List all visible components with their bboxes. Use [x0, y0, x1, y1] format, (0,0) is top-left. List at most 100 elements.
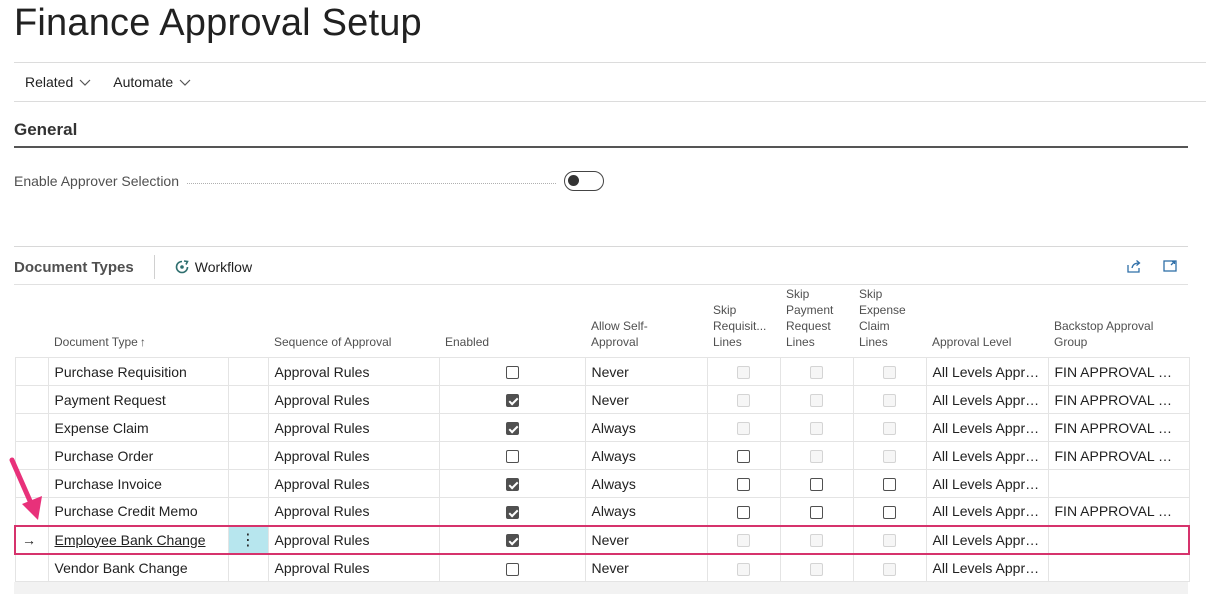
approval-level-cell[interactable]: All Levels Appro... [925, 497, 1049, 526]
checkbox-icon[interactable] [505, 450, 519, 464]
approval-level-cell[interactable]: All Levels Appro... [925, 524, 1049, 555]
document-type-cell[interactable]: Expense Claim [47, 413, 229, 442]
related-menu[interactable]: Related [14, 63, 102, 101]
table-row[interactable]: → Employee Bank Change ⋮ Approval Rules Neve… [14, 524, 1190, 555]
sequence-cell[interactable]: Approval Rules [267, 553, 440, 582]
backstop-group-cell[interactable]: FIN APPROVAL GR... [1047, 441, 1190, 470]
checkbox-icon[interactable] [505, 562, 519, 576]
backstop-group-cell[interactable] [1047, 524, 1190, 555]
sequence-cell[interactable]: Approval Rules [267, 413, 440, 442]
row-indicator[interactable] [14, 385, 49, 414]
checkbox-icon[interactable] [883, 478, 896, 492]
checkbox-icon[interactable] [883, 506, 896, 520]
document-type-cell[interactable]: Payment Request [47, 385, 229, 414]
skip-payment-request-lines-cell[interactable] [779, 469, 854, 498]
allow-self-approval-cell[interactable]: Always [584, 441, 708, 470]
row-indicator[interactable] [14, 553, 49, 582]
enabled-cell[interactable] [438, 441, 586, 470]
allow-self-approval-cell[interactable]: Never [584, 524, 708, 555]
approval-level-cell[interactable]: All Levels Appro... [925, 441, 1049, 470]
approval-level-cell[interactable]: All Levels Appro... [925, 553, 1049, 582]
document-type-cell[interactable]: Purchase Order [47, 441, 229, 470]
column-header-enabled[interactable]: Enabled [439, 286, 585, 358]
enabled-cell[interactable] [438, 357, 586, 386]
document-type-cell[interactable]: Employee Bank Change [47, 524, 229, 555]
enabled-cell[interactable] [438, 553, 586, 582]
automate-menu[interactable]: Automate [102, 63, 202, 101]
sequence-cell[interactable]: Approval Rules [267, 497, 440, 526]
table-row[interactable]: Purchase Invoice Approval Rules Always All … [14, 469, 1190, 498]
skip-payment-request-lines-cell[interactable] [779, 497, 854, 526]
backstop-group-cell[interactable]: FIN APPROVAL GR... [1047, 497, 1190, 526]
backstop-group-cell[interactable]: FIN APPROVAL GR... [1047, 385, 1190, 414]
column-header-skip-requisition-lines[interactable]: Skip Requisit... Lines [707, 286, 780, 358]
skip-requisition-lines-cell[interactable] [706, 469, 781, 498]
column-header-skip-expense-claim-lines[interactable]: Skip Expense Claim Lines [853, 286, 926, 358]
skip-requisition-lines-cell[interactable] [706, 441, 781, 470]
expand-icon[interactable] [1162, 258, 1178, 274]
table-row[interactable]: Expense Claim Approval Rules Always All Lev… [14, 413, 1190, 442]
row-indicator[interactable] [14, 357, 49, 386]
document-type-cell[interactable]: Purchase Requisition [47, 357, 229, 386]
column-header-backstop-group[interactable]: Backstop Approval Group [1048, 286, 1189, 358]
column-header-approval-level[interactable]: Approval Level [926, 286, 1048, 358]
checkbox-icon[interactable] [505, 478, 519, 492]
allow-self-approval-cell[interactable]: Never [584, 553, 708, 582]
approval-level-cell[interactable]: All Levels Appro... [925, 385, 1049, 414]
sequence-cell[interactable]: Approval Rules [267, 469, 440, 498]
sequence-cell[interactable]: Approval Rules [267, 441, 440, 470]
row-indicator[interactable] [14, 413, 49, 442]
row-indicator[interactable]: → [14, 524, 49, 555]
checkbox-icon[interactable] [505, 506, 519, 520]
table-row[interactable]: Purchase Requisition Approval Rules Never A… [14, 357, 1190, 386]
checkbox-icon[interactable] [505, 422, 519, 436]
share-icon[interactable] [1126, 258, 1142, 274]
checkbox-icon[interactable] [505, 394, 519, 408]
allow-self-approval-cell[interactable]: Always [584, 497, 708, 526]
table-row[interactable]: Purchase Order Approval Rules Always All Le… [14, 441, 1190, 470]
allow-self-approval-cell[interactable]: Never [584, 357, 708, 386]
skip-expense-claim-lines-cell[interactable] [852, 469, 927, 498]
document-type-value[interactable]: Employee Bank Change [55, 532, 206, 548]
document-type-cell[interactable]: Vendor Bank Change [47, 553, 229, 582]
general-section-title[interactable]: General [14, 120, 77, 140]
document-type-cell[interactable]: Purchase Credit Memo [47, 497, 229, 526]
approval-level-cell[interactable]: All Levels Appro... [925, 413, 1049, 442]
backstop-group-cell[interactable]: FIN APPROVAL GR... [1047, 357, 1190, 386]
checkbox-icon[interactable] [505, 366, 519, 380]
backstop-group-cell[interactable] [1047, 553, 1190, 582]
sequence-cell[interactable]: Approval Rules [267, 357, 440, 386]
column-header-skip-payment-request-lines[interactable]: Skip Payment Request Lines [780, 286, 853, 358]
allow-self-approval-cell[interactable]: Always [584, 469, 708, 498]
enabled-cell[interactable] [438, 497, 586, 526]
approval-level-cell[interactable]: All Levels Appro... [925, 357, 1049, 386]
allow-self-approval-cell[interactable]: Never [584, 385, 708, 414]
approval-level-cell[interactable]: All Levels Appro... [925, 469, 1049, 498]
column-header-document-type[interactable]: Document Type ↑ [48, 286, 228, 358]
enable-approver-selection-toggle[interactable] [564, 171, 604, 191]
table-row[interactable]: Payment Request Approval Rules Never All Le… [14, 385, 1190, 414]
checkbox-icon[interactable] [737, 506, 750, 520]
backstop-group-cell[interactable]: FIN APPROVAL GR... [1047, 413, 1190, 442]
allow-self-approval-cell[interactable]: Always [584, 413, 708, 442]
checkbox-icon[interactable] [737, 478, 750, 492]
sequence-cell[interactable]: Approval Rules [267, 385, 440, 414]
checkbox-icon[interactable] [810, 506, 823, 520]
column-header-allow-self-approval[interactable]: Allow Self- Approval [585, 286, 707, 358]
skip-requisition-lines-cell[interactable] [706, 497, 781, 526]
enabled-cell[interactable] [438, 413, 586, 442]
table-row[interactable]: Purchase Credit Memo Approval Rules Always… [14, 497, 1190, 526]
table-row[interactable]: Vendor Bank Change Approval Rules Never All… [14, 553, 1190, 582]
backstop-group-cell[interactable] [1047, 469, 1190, 498]
document-type-cell[interactable]: Purchase Invoice [47, 469, 229, 498]
checkbox-icon[interactable] [505, 534, 519, 548]
skip-expense-claim-lines-cell[interactable] [852, 497, 927, 526]
checkbox-icon[interactable] [810, 478, 823, 492]
enabled-cell[interactable] [438, 385, 586, 414]
column-header-sequence[interactable]: Sequence of Approval [268, 286, 439, 358]
sequence-cell[interactable]: Approval Rules [267, 524, 440, 555]
workflow-button[interactable]: Workflow [175, 259, 252, 275]
enabled-cell[interactable] [438, 524, 586, 555]
checkbox-icon[interactable] [737, 450, 750, 464]
row-menu-button[interactable]: ⋮ [227, 524, 269, 555]
